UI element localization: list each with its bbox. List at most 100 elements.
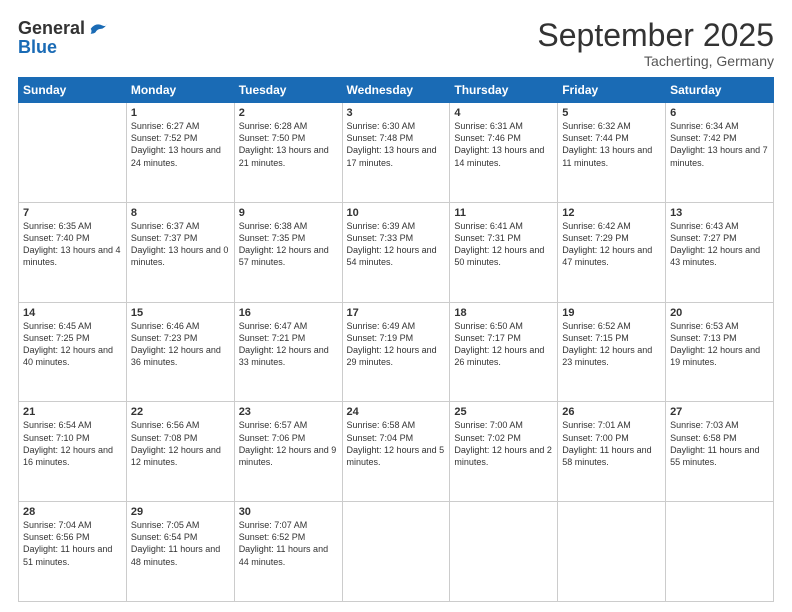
day-number: 6 <box>670 107 769 119</box>
day-info: Sunrise: 6:41 AM Sunset: 7:31 PM Dayligh… <box>454 220 553 269</box>
calendar-cell: 16Sunrise: 6:47 AM Sunset: 7:21 PM Dayli… <box>234 302 342 402</box>
title-block: September 2025 Tacherting, Germany <box>537 18 774 69</box>
day-info: Sunrise: 6:34 AM Sunset: 7:42 PM Dayligh… <box>670 120 769 169</box>
day-number: 2 <box>239 107 338 119</box>
day-info: Sunrise: 6:47 AM Sunset: 7:21 PM Dayligh… <box>239 320 338 369</box>
calendar-cell: 20Sunrise: 6:53 AM Sunset: 7:13 PM Dayli… <box>666 302 774 402</box>
calendar-cell: 22Sunrise: 6:56 AM Sunset: 7:08 PM Dayli… <box>126 402 234 502</box>
day-number: 20 <box>670 307 769 319</box>
day-number: 11 <box>454 207 553 219</box>
day-info: Sunrise: 6:46 AM Sunset: 7:23 PM Dayligh… <box>131 320 230 369</box>
header: General Blue September 2025 Tacherting, … <box>18 18 774 69</box>
calendar-cell <box>558 502 666 602</box>
col-tuesday: Tuesday <box>234 78 342 103</box>
page: General Blue September 2025 Tacherting, … <box>0 0 792 612</box>
day-info: Sunrise: 6:45 AM Sunset: 7:25 PM Dayligh… <box>23 320 122 369</box>
calendar-cell: 14Sunrise: 6:45 AM Sunset: 7:25 PM Dayli… <box>19 302 127 402</box>
calendar-cell: 28Sunrise: 7:04 AM Sunset: 6:56 PM Dayli… <box>19 502 127 602</box>
calendar-cell: 24Sunrise: 6:58 AM Sunset: 7:04 PM Dayli… <box>342 402 450 502</box>
day-info: Sunrise: 7:07 AM Sunset: 6:52 PM Dayligh… <box>239 519 338 568</box>
day-info: Sunrise: 6:54 AM Sunset: 7:10 PM Dayligh… <box>23 419 122 468</box>
day-info: Sunrise: 6:39 AM Sunset: 7:33 PM Dayligh… <box>347 220 446 269</box>
day-number: 1 <box>131 107 230 119</box>
day-info: Sunrise: 7:04 AM Sunset: 6:56 PM Dayligh… <box>23 519 122 568</box>
day-number: 30 <box>239 506 338 518</box>
calendar-body: 1Sunrise: 6:27 AM Sunset: 7:52 PM Daylig… <box>19 103 774 602</box>
day-info: Sunrise: 6:31 AM Sunset: 7:46 PM Dayligh… <box>454 120 553 169</box>
day-info: Sunrise: 6:38 AM Sunset: 7:35 PM Dayligh… <box>239 220 338 269</box>
day-info: Sunrise: 6:27 AM Sunset: 7:52 PM Dayligh… <box>131 120 230 169</box>
day-info: Sunrise: 7:03 AM Sunset: 6:58 PM Dayligh… <box>670 419 769 468</box>
day-info: Sunrise: 6:52 AM Sunset: 7:15 PM Dayligh… <box>562 320 661 369</box>
calendar-cell: 29Sunrise: 7:05 AM Sunset: 6:54 PM Dayli… <box>126 502 234 602</box>
location: Tacherting, Germany <box>537 53 774 69</box>
day-info: Sunrise: 6:28 AM Sunset: 7:50 PM Dayligh… <box>239 120 338 169</box>
calendar-cell: 25Sunrise: 7:00 AM Sunset: 7:02 PM Dayli… <box>450 402 558 502</box>
calendar-cell <box>450 502 558 602</box>
day-number: 10 <box>347 207 446 219</box>
day-info: Sunrise: 6:30 AM Sunset: 7:48 PM Dayligh… <box>347 120 446 169</box>
day-info: Sunrise: 6:57 AM Sunset: 7:06 PM Dayligh… <box>239 419 338 468</box>
calendar-cell: 30Sunrise: 7:07 AM Sunset: 6:52 PM Dayli… <box>234 502 342 602</box>
calendar-cell <box>342 502 450 602</box>
day-number: 26 <box>562 406 661 418</box>
day-number: 7 <box>23 207 122 219</box>
calendar-cell: 5Sunrise: 6:32 AM Sunset: 7:44 PM Daylig… <box>558 103 666 203</box>
calendar-cell: 23Sunrise: 6:57 AM Sunset: 7:06 PM Dayli… <box>234 402 342 502</box>
day-number: 3 <box>347 107 446 119</box>
col-wednesday: Wednesday <box>342 78 450 103</box>
day-info: Sunrise: 6:42 AM Sunset: 7:29 PM Dayligh… <box>562 220 661 269</box>
day-info: Sunrise: 7:00 AM Sunset: 7:02 PM Dayligh… <box>454 419 553 468</box>
day-info: Sunrise: 6:50 AM Sunset: 7:17 PM Dayligh… <box>454 320 553 369</box>
day-info: Sunrise: 6:49 AM Sunset: 7:19 PM Dayligh… <box>347 320 446 369</box>
logo-general-text: General <box>18 19 85 37</box>
calendar-cell: 18Sunrise: 6:50 AM Sunset: 7:17 PM Dayli… <box>450 302 558 402</box>
calendar-cell: 4Sunrise: 6:31 AM Sunset: 7:46 PM Daylig… <box>450 103 558 203</box>
day-number: 4 <box>454 107 553 119</box>
col-friday: Friday <box>558 78 666 103</box>
calendar-cell: 17Sunrise: 6:49 AM Sunset: 7:19 PM Dayli… <box>342 302 450 402</box>
calendar-cell: 1Sunrise: 6:27 AM Sunset: 7:52 PM Daylig… <box>126 103 234 203</box>
day-number: 24 <box>347 406 446 418</box>
calendar-cell: 7Sunrise: 6:35 AM Sunset: 7:40 PM Daylig… <box>19 202 127 302</box>
day-number: 28 <box>23 506 122 518</box>
calendar-week-row: 7Sunrise: 6:35 AM Sunset: 7:40 PM Daylig… <box>19 202 774 302</box>
calendar-header-row: Sunday Monday Tuesday Wednesday Thursday… <box>19 78 774 103</box>
day-number: 9 <box>239 207 338 219</box>
logo-blue-text: Blue <box>18 38 57 56</box>
day-number: 22 <box>131 406 230 418</box>
day-number: 25 <box>454 406 553 418</box>
day-number: 29 <box>131 506 230 518</box>
day-number: 23 <box>239 406 338 418</box>
day-number: 19 <box>562 307 661 319</box>
col-sunday: Sunday <box>19 78 127 103</box>
day-number: 5 <box>562 107 661 119</box>
calendar-cell: 9Sunrise: 6:38 AM Sunset: 7:35 PM Daylig… <box>234 202 342 302</box>
day-number: 21 <box>23 406 122 418</box>
day-number: 17 <box>347 307 446 319</box>
calendar-cell: 26Sunrise: 7:01 AM Sunset: 7:00 PM Dayli… <box>558 402 666 502</box>
day-info: Sunrise: 6:35 AM Sunset: 7:40 PM Dayligh… <box>23 220 122 269</box>
day-info: Sunrise: 6:58 AM Sunset: 7:04 PM Dayligh… <box>347 419 446 468</box>
logo: General Blue <box>18 18 109 56</box>
logo-bird-icon <box>89 18 109 38</box>
calendar-cell: 10Sunrise: 6:39 AM Sunset: 7:33 PM Dayli… <box>342 202 450 302</box>
calendar-week-row: 21Sunrise: 6:54 AM Sunset: 7:10 PM Dayli… <box>19 402 774 502</box>
col-monday: Monday <box>126 78 234 103</box>
calendar-table: Sunday Monday Tuesday Wednesday Thursday… <box>18 77 774 602</box>
calendar-week-row: 14Sunrise: 6:45 AM Sunset: 7:25 PM Dayli… <box>19 302 774 402</box>
day-number: 13 <box>670 207 769 219</box>
day-number: 16 <box>239 307 338 319</box>
day-info: Sunrise: 6:37 AM Sunset: 7:37 PM Dayligh… <box>131 220 230 269</box>
day-info: Sunrise: 6:32 AM Sunset: 7:44 PM Dayligh… <box>562 120 661 169</box>
day-number: 14 <box>23 307 122 319</box>
col-saturday: Saturday <box>666 78 774 103</box>
day-info: Sunrise: 7:05 AM Sunset: 6:54 PM Dayligh… <box>131 519 230 568</box>
calendar-cell: 13Sunrise: 6:43 AM Sunset: 7:27 PM Dayli… <box>666 202 774 302</box>
calendar-cell: 2Sunrise: 6:28 AM Sunset: 7:50 PM Daylig… <box>234 103 342 203</box>
day-number: 15 <box>131 307 230 319</box>
calendar-cell: 27Sunrise: 7:03 AM Sunset: 6:58 PM Dayli… <box>666 402 774 502</box>
day-info: Sunrise: 6:43 AM Sunset: 7:27 PM Dayligh… <box>670 220 769 269</box>
day-info: Sunrise: 6:53 AM Sunset: 7:13 PM Dayligh… <box>670 320 769 369</box>
day-number: 8 <box>131 207 230 219</box>
